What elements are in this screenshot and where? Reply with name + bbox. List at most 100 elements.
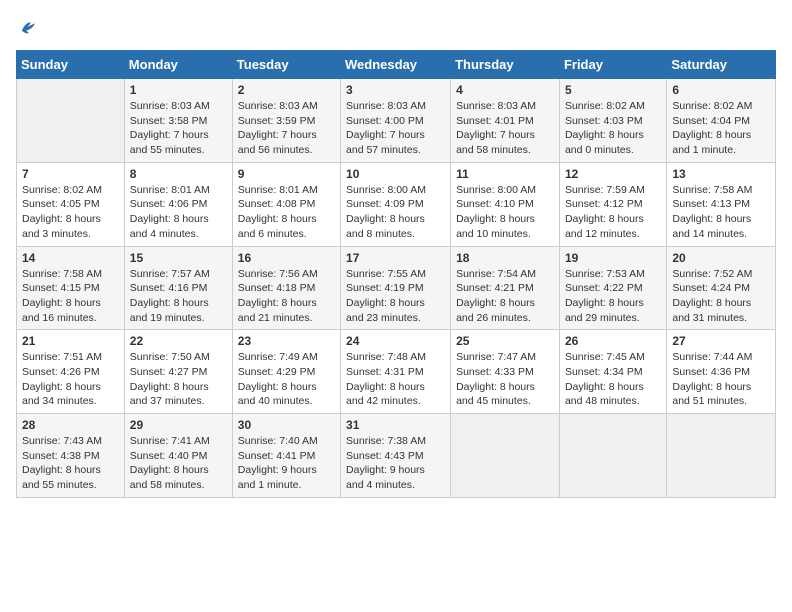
day-info: Sunrise: 7:54 AM Sunset: 4:21 PM Dayligh… — [456, 267, 554, 326]
day-number: 8 — [130, 167, 227, 181]
day-info: Sunrise: 7:56 AM Sunset: 4:18 PM Dayligh… — [238, 267, 335, 326]
day-number: 23 — [238, 334, 335, 348]
calendar-cell: 2 Sunrise: 8:03 AM Sunset: 3:59 PM Daylig… — [232, 79, 340, 163]
day-number: 17 — [346, 251, 445, 265]
day-number: 22 — [130, 334, 227, 348]
calendar-cell: 1 Sunrise: 8:03 AM Sunset: 3:58 PM Daylig… — [124, 79, 232, 163]
day-info: Sunrise: 7:44 AM Sunset: 4:36 PM Dayligh… — [672, 350, 770, 409]
day-info: Sunrise: 7:41 AM Sunset: 4:40 PM Dayligh… — [130, 434, 227, 493]
calendar-cell: 8 Sunrise: 8:01 AM Sunset: 4:06 PM Daylig… — [124, 162, 232, 246]
day-info: Sunrise: 7:57 AM Sunset: 4:16 PM Dayligh… — [130, 267, 227, 326]
calendar-cell: 7 Sunrise: 8:02 AM Sunset: 4:05 PM Daylig… — [17, 162, 125, 246]
header-day-saturday: Saturday — [667, 51, 776, 79]
day-info: Sunrise: 8:00 AM Sunset: 4:09 PM Dayligh… — [346, 183, 445, 242]
day-number: 15 — [130, 251, 227, 265]
logo-bird-icon — [16, 16, 38, 38]
calendar-cell: 15 Sunrise: 7:57 AM Sunset: 4:16 PM Dayli… — [124, 246, 232, 330]
day-info: Sunrise: 7:51 AM Sunset: 4:26 PM Dayligh… — [22, 350, 119, 409]
day-info: Sunrise: 7:43 AM Sunset: 4:38 PM Dayligh… — [22, 434, 119, 493]
calendar-cell: 27 Sunrise: 7:44 AM Sunset: 4:36 PM Dayli… — [667, 330, 776, 414]
calendar-cell: 22Sunrise: 7:50 AM Sunset: 4:27 PM Dayli… — [124, 330, 232, 414]
calendar-cell: 30Sunrise: 7:40 AM Sunset: 4:41 PM Dayli… — [232, 414, 340, 498]
calendar-cell: 16 Sunrise: 7:56 AM Sunset: 4:18 PM Dayli… — [232, 246, 340, 330]
calendar-cell: 24 Sunrise: 7:48 AM Sunset: 4:31 PM Dayli… — [341, 330, 451, 414]
calendar-header: SundayMondayTuesdayWednesdayThursdayFrid… — [17, 51, 776, 79]
day-number: 7 — [22, 167, 119, 181]
header-day-tuesday: Tuesday — [232, 51, 340, 79]
day-number: 9 — [238, 167, 335, 181]
day-info: Sunrise: 8:03 AM Sunset: 4:01 PM Dayligh… — [456, 99, 554, 158]
day-number: 19 — [565, 251, 661, 265]
day-info: Sunrise: 8:03 AM Sunset: 3:59 PM Dayligh… — [238, 99, 335, 158]
day-number: 24 — [346, 334, 445, 348]
day-info: Sunrise: 7:48 AM Sunset: 4:31 PM Dayligh… — [346, 350, 445, 409]
day-number: 26 — [565, 334, 661, 348]
day-info: Sunrise: 7:53 AM Sunset: 4:22 PM Dayligh… — [565, 267, 661, 326]
header-row: SundayMondayTuesdayWednesdayThursdayFrid… — [17, 51, 776, 79]
calendar-cell: 21 Sunrise: 7:51 AM Sunset: 4:26 PM Dayli… — [17, 330, 125, 414]
day-number: 30 — [238, 418, 335, 432]
calendar-cell: 28 Sunrise: 7:43 AM Sunset: 4:38 PM Dayli… — [17, 414, 125, 498]
day-number: 16 — [238, 251, 335, 265]
calendar-table: SundayMondayTuesdayWednesdayThursdayFrid… — [16, 50, 776, 498]
calendar-cell: 23 Sunrise: 7:49 AM Sunset: 4:29 PM Dayli… — [232, 330, 340, 414]
day-number: 31 — [346, 418, 445, 432]
calendar-cell: 11 Sunrise: 8:00 AM Sunset: 4:10 PM Dayli… — [451, 162, 560, 246]
calendar-cell: 6Sunrise: 8:02 AM Sunset: 4:04 PM Daylig… — [667, 79, 776, 163]
calendar-cell: 9 Sunrise: 8:01 AM Sunset: 4:08 PM Daylig… — [232, 162, 340, 246]
calendar-cell: 19 Sunrise: 7:53 AM Sunset: 4:22 PM Dayli… — [559, 246, 666, 330]
day-info: Sunrise: 8:00 AM Sunset: 4:10 PM Dayligh… — [456, 183, 554, 242]
calendar-cell: 25 Sunrise: 7:47 AM Sunset: 4:33 PM Dayli… — [451, 330, 560, 414]
calendar-cell: 31 Sunrise: 7:38 AM Sunset: 4:43 PM Dayli… — [341, 414, 451, 498]
calendar-cell: 12Sunrise: 7:59 AM Sunset: 4:12 PM Dayli… — [559, 162, 666, 246]
day-number: 27 — [672, 334, 770, 348]
day-info: Sunrise: 7:58 AM Sunset: 4:15 PM Dayligh… — [22, 267, 119, 326]
calendar-cell — [667, 414, 776, 498]
calendar-cell: 4 Sunrise: 8:03 AM Sunset: 4:01 PM Daylig… — [451, 79, 560, 163]
day-info: Sunrise: 7:55 AM Sunset: 4:19 PM Dayligh… — [346, 267, 445, 326]
calendar-cell: 3 Sunrise: 8:03 AM Sunset: 4:00 PM Daylig… — [341, 79, 451, 163]
header-day-sunday: Sunday — [17, 51, 125, 79]
day-number: 18 — [456, 251, 554, 265]
day-number: 1 — [130, 83, 227, 97]
calendar-cell — [451, 414, 560, 498]
day-number: 25 — [456, 334, 554, 348]
calendar-cell: 17 Sunrise: 7:55 AM Sunset: 4:19 PM Dayli… — [341, 246, 451, 330]
day-number: 20 — [672, 251, 770, 265]
week-row-3: 14Sunrise: 7:58 AM Sunset: 4:15 PM Dayli… — [17, 246, 776, 330]
logo — [16, 16, 42, 38]
day-number: 5 — [565, 83, 661, 97]
day-info: Sunrise: 8:02 AM Sunset: 4:05 PM Dayligh… — [22, 183, 119, 242]
day-number: 11 — [456, 167, 554, 181]
header-day-monday: Monday — [124, 51, 232, 79]
day-number: 2 — [238, 83, 335, 97]
page-header — [16, 16, 776, 38]
day-info: Sunrise: 8:02 AM Sunset: 4:04 PM Dayligh… — [672, 99, 770, 158]
day-info: Sunrise: 7:49 AM Sunset: 4:29 PM Dayligh… — [238, 350, 335, 409]
day-info: Sunrise: 8:03 AM Sunset: 4:00 PM Dayligh… — [346, 99, 445, 158]
day-info: Sunrise: 7:38 AM Sunset: 4:43 PM Dayligh… — [346, 434, 445, 493]
day-number: 3 — [346, 83, 445, 97]
day-info: Sunrise: 7:47 AM Sunset: 4:33 PM Dayligh… — [456, 350, 554, 409]
calendar-cell: 20Sunrise: 7:52 AM Sunset: 4:24 PM Dayli… — [667, 246, 776, 330]
day-number: 4 — [456, 83, 554, 97]
calendar-body: 1 Sunrise: 8:03 AM Sunset: 3:58 PM Daylig… — [17, 79, 776, 498]
day-number: 21 — [22, 334, 119, 348]
calendar-cell: 29 Sunrise: 7:41 AM Sunset: 4:40 PM Dayli… — [124, 414, 232, 498]
day-info: Sunrise: 8:03 AM Sunset: 3:58 PM Dayligh… — [130, 99, 227, 158]
week-row-2: 7 Sunrise: 8:02 AM Sunset: 4:05 PM Daylig… — [17, 162, 776, 246]
header-day-wednesday: Wednesday — [341, 51, 451, 79]
day-number: 13 — [672, 167, 770, 181]
day-info: Sunrise: 8:02 AM Sunset: 4:03 PM Dayligh… — [565, 99, 661, 158]
day-info: Sunrise: 7:58 AM Sunset: 4:13 PM Dayligh… — [672, 183, 770, 242]
week-row-4: 21 Sunrise: 7:51 AM Sunset: 4:26 PM Dayli… — [17, 330, 776, 414]
day-info: Sunrise: 8:01 AM Sunset: 4:06 PM Dayligh… — [130, 183, 227, 242]
day-info: Sunrise: 8:01 AM Sunset: 4:08 PM Dayligh… — [238, 183, 335, 242]
day-info: Sunrise: 7:45 AM Sunset: 4:34 PM Dayligh… — [565, 350, 661, 409]
calendar-cell: 14Sunrise: 7:58 AM Sunset: 4:15 PM Dayli… — [17, 246, 125, 330]
calendar-cell: 26 Sunrise: 7:45 AM Sunset: 4:34 PM Dayli… — [559, 330, 666, 414]
header-day-friday: Friday — [559, 51, 666, 79]
day-info: Sunrise: 7:59 AM Sunset: 4:12 PM Dayligh… — [565, 183, 661, 242]
day-number: 28 — [22, 418, 119, 432]
day-number: 29 — [130, 418, 227, 432]
